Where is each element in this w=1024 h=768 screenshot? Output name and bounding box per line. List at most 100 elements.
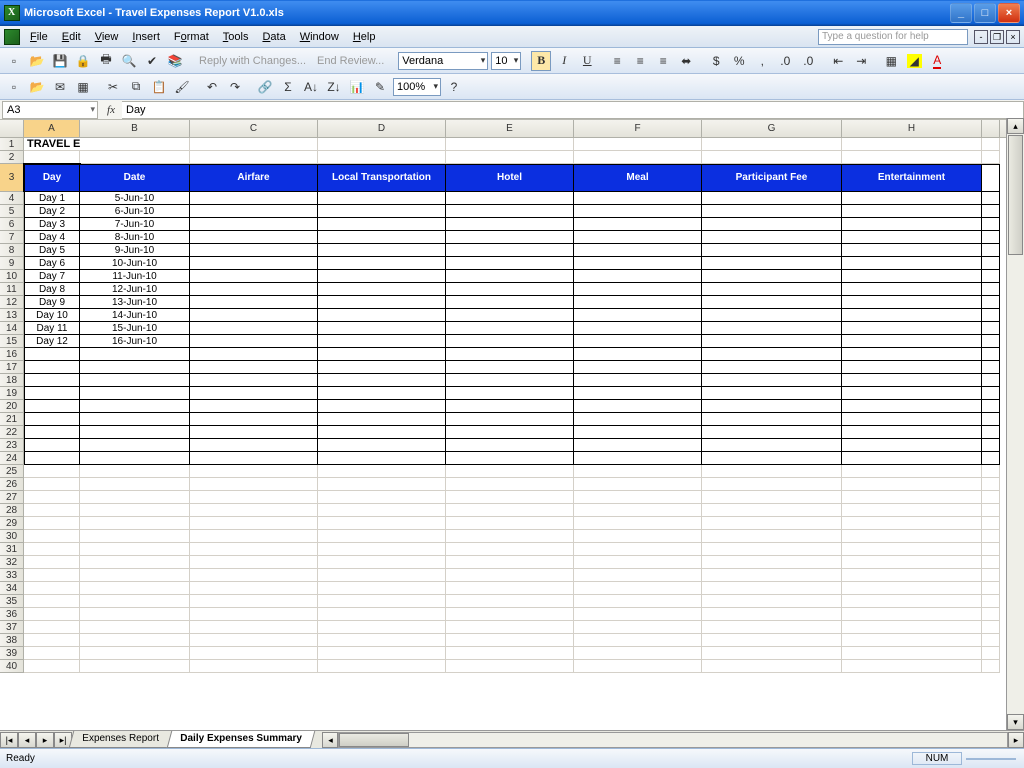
cell-A17[interactable]	[24, 361, 80, 374]
cell-D17[interactable]	[318, 361, 446, 374]
sort-desc-icon[interactable]: Z↓	[324, 77, 344, 97]
undo-icon[interactable]: ↶	[202, 77, 222, 97]
cell-I40[interactable]	[982, 660, 1000, 673]
row-header-22[interactable]: 22	[0, 426, 24, 439]
cell-F13[interactable]	[574, 309, 702, 322]
menu-file[interactable]: File	[24, 29, 54, 45]
col-header-f[interactable]: F	[574, 120, 702, 137]
cell-F38[interactable]	[574, 634, 702, 647]
cell-C22[interactable]	[190, 426, 318, 439]
cell-D36[interactable]	[318, 608, 446, 621]
cell-F1[interactable]	[574, 138, 702, 151]
col-header-e[interactable]: E	[446, 120, 574, 137]
cell-G6[interactable]	[702, 218, 842, 231]
cell-F27[interactable]	[574, 491, 702, 504]
cell-D24[interactable]	[318, 452, 446, 465]
cell-C27[interactable]	[190, 491, 318, 504]
autosum-icon[interactable]: Σ	[278, 77, 298, 97]
cell-I2[interactable]	[982, 151, 1000, 164]
cell-F19[interactable]	[574, 387, 702, 400]
cell-C31[interactable]	[190, 543, 318, 556]
cell-G3[interactable]: Participant Fee	[702, 164, 842, 192]
cell-G11[interactable]	[702, 283, 842, 296]
cell-C40[interactable]	[190, 660, 318, 673]
cell-E10[interactable]	[446, 270, 574, 283]
cell-F20[interactable]	[574, 400, 702, 413]
cell-E15[interactable]	[446, 335, 574, 348]
cell-G10[interactable]	[702, 270, 842, 283]
cell-I5[interactable]	[982, 205, 1000, 218]
row-header-4[interactable]: 4	[0, 192, 24, 205]
cell-C10[interactable]	[190, 270, 318, 283]
cell-H13[interactable]	[842, 309, 982, 322]
open-workbook-icon[interactable]: 📂	[27, 77, 47, 97]
cell-C35[interactable]	[190, 595, 318, 608]
copy-icon[interactable]: ⧉	[126, 77, 146, 97]
row-header-7[interactable]: 7	[0, 231, 24, 244]
cell-I27[interactable]	[982, 491, 1000, 504]
cell-G24[interactable]	[702, 452, 842, 465]
menu-insert[interactable]: Insert	[126, 29, 166, 45]
cell-G25[interactable]	[702, 465, 842, 478]
cell-I9[interactable]	[982, 257, 1000, 270]
cell-D10[interactable]	[318, 270, 446, 283]
cell-C33[interactable]	[190, 569, 318, 582]
cell-E4[interactable]	[446, 192, 574, 205]
cell-F36[interactable]	[574, 608, 702, 621]
cut-icon[interactable]: ✂	[103, 77, 123, 97]
cell-C11[interactable]	[190, 283, 318, 296]
cell-A21[interactable]	[24, 413, 80, 426]
cell-C38[interactable]	[190, 634, 318, 647]
cell-E38[interactable]	[446, 634, 574, 647]
cell-B15[interactable]: 16-Jun-10	[80, 335, 190, 348]
cell-H21[interactable]	[842, 413, 982, 426]
cell-G27[interactable]	[702, 491, 842, 504]
cell-E8[interactable]	[446, 244, 574, 257]
cell-G8[interactable]	[702, 244, 842, 257]
cell-G26[interactable]	[702, 478, 842, 491]
cell-E28[interactable]	[446, 504, 574, 517]
percent-button[interactable]: %	[729, 51, 749, 71]
cell-G16[interactable]	[702, 348, 842, 361]
cell-E6[interactable]	[446, 218, 574, 231]
cell-D23[interactable]	[318, 439, 446, 452]
cell-F2[interactable]	[574, 151, 702, 164]
cell-B20[interactable]	[80, 400, 190, 413]
cell-I17[interactable]	[982, 361, 1000, 374]
cell-H31[interactable]	[842, 543, 982, 556]
cell-I24[interactable]	[982, 452, 1000, 465]
cell-E2[interactable]	[446, 151, 574, 164]
cell-A13[interactable]: Day 10	[24, 309, 80, 322]
scroll-down-button[interactable]: ▾	[1007, 714, 1024, 730]
cell-A11[interactable]: Day 8	[24, 283, 80, 296]
cell-D5[interactable]	[318, 205, 446, 218]
cell-H1[interactable]	[842, 138, 982, 151]
cell-E22[interactable]	[446, 426, 574, 439]
cell-H26[interactable]	[842, 478, 982, 491]
cell-F8[interactable]	[574, 244, 702, 257]
row-header-1[interactable]: 1	[0, 138, 24, 151]
cell-I21[interactable]	[982, 413, 1000, 426]
cell-H7[interactable]	[842, 231, 982, 244]
cell-B3[interactable]: Date	[80, 164, 190, 192]
cell-H37[interactable]	[842, 621, 982, 634]
print-preview-icon[interactable]: 🔍	[119, 51, 139, 71]
cell-C15[interactable]	[190, 335, 318, 348]
vscroll-thumb[interactable]	[1008, 135, 1023, 255]
cell-H18[interactable]	[842, 374, 982, 387]
cell-D8[interactable]	[318, 244, 446, 257]
cell-E35[interactable]	[446, 595, 574, 608]
cell-H40[interactable]	[842, 660, 982, 673]
cell-E23[interactable]	[446, 439, 574, 452]
cell-H5[interactable]	[842, 205, 982, 218]
cell-I25[interactable]	[982, 465, 1000, 478]
cell-C1[interactable]	[190, 138, 318, 151]
cell-I32[interactable]	[982, 556, 1000, 569]
cell-F21[interactable]	[574, 413, 702, 426]
col-header-h[interactable]: H	[842, 120, 982, 137]
cell-D33[interactable]	[318, 569, 446, 582]
cell-D12[interactable]	[318, 296, 446, 309]
cell-H34[interactable]	[842, 582, 982, 595]
cell-E18[interactable]	[446, 374, 574, 387]
cell-F35[interactable]	[574, 595, 702, 608]
